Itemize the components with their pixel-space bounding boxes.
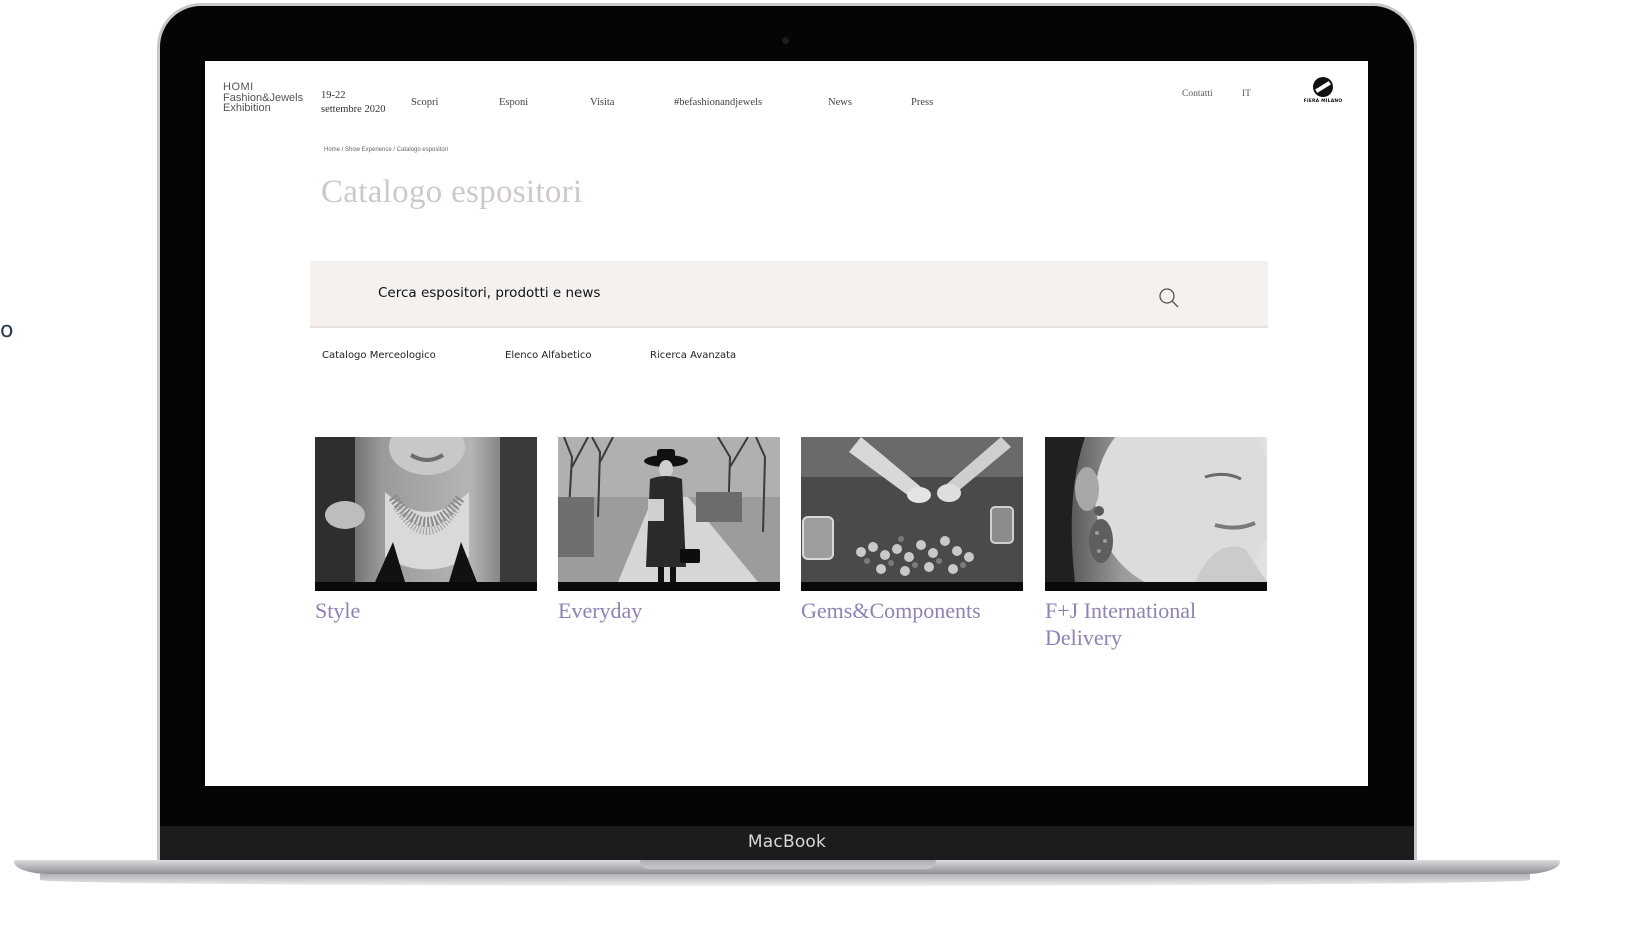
- category-card-style[interactable]: Style: [315, 437, 537, 624]
- event-dates: 19-22 settembre 2020: [321, 89, 385, 117]
- logo-line-exhibition: Exhibition: [223, 102, 271, 114]
- search-bar: [310, 261, 1268, 328]
- category-label: Everyday: [558, 598, 643, 623]
- laptop-notch: [640, 860, 936, 869]
- necklace-photo-icon: [315, 437, 537, 582]
- card-bar: [801, 582, 1023, 591]
- nav-press[interactable]: Press: [911, 97, 933, 108]
- category-label: Style: [315, 598, 361, 623]
- tab-catalogo-merceologico[interactable]: Catalogo Merceologico: [322, 350, 436, 361]
- nav-news[interactable]: News: [828, 97, 852, 108]
- search-input[interactable]: [378, 281, 1138, 305]
- nav-visita[interactable]: Visita: [590, 97, 614, 108]
- breadcrumb[interactable]: Home / Show Experience / Catalogo esposi…: [324, 147, 448, 153]
- search-icon[interactable]: [1158, 287, 1180, 309]
- nav-scopri[interactable]: Scopri: [411, 97, 438, 108]
- beads-photo-icon: [801, 437, 1023, 582]
- category-card-fj-international-delivery[interactable]: F+J International Delivery: [1045, 437, 1267, 651]
- site-logo[interactable]: HOMI Fashion&Jewels Exhibition: [223, 82, 303, 114]
- stray-text: o: [0, 318, 14, 343]
- laptop-base-shadow: [40, 874, 1530, 886]
- card-bar: [558, 582, 780, 591]
- language-selector[interactable]: IT: [1242, 89, 1251, 99]
- tab-elenco-alfabetico[interactable]: Elenco Alfabetico: [505, 350, 591, 361]
- event-dates-days: 19-22: [321, 90, 346, 101]
- category-label: Gems&Components: [801, 598, 981, 623]
- card-bar: [315, 582, 537, 591]
- device-label: MacBook: [747, 832, 827, 852]
- page-title: Catalogo espositori: [321, 174, 583, 210]
- street-fashion-photo-icon: [558, 437, 780, 582]
- card-bar: [1045, 582, 1267, 591]
- category-card-gems-components[interactable]: Gems&Components: [801, 437, 1023, 624]
- contact-link[interactable]: Contatti: [1182, 89, 1213, 99]
- nav-esponi[interactable]: Esponi: [499, 97, 528, 108]
- nav-befashionandjewels[interactable]: #befashionandjewels: [674, 97, 762, 108]
- event-dates-month: settembre 2020: [321, 104, 386, 115]
- category-label: F+J International Delivery: [1045, 598, 1197, 650]
- fiera-milano-text: FIERA MILANO: [1303, 99, 1343, 104]
- tab-ricerca-avanzata[interactable]: Ricerca Avanzata: [650, 350, 736, 361]
- browser-screen: HOMI Fashion&Jewels Exhibition 19-22 set…: [205, 61, 1368, 786]
- fiera-milano-logo[interactable]: FIERA MILANO: [1299, 77, 1347, 104]
- fiera-milano-icon: [1313, 77, 1333, 97]
- earring-photo-icon: [1045, 437, 1267, 582]
- camera-icon: [782, 37, 789, 44]
- category-card-everyday[interactable]: Everyday: [558, 437, 780, 624]
